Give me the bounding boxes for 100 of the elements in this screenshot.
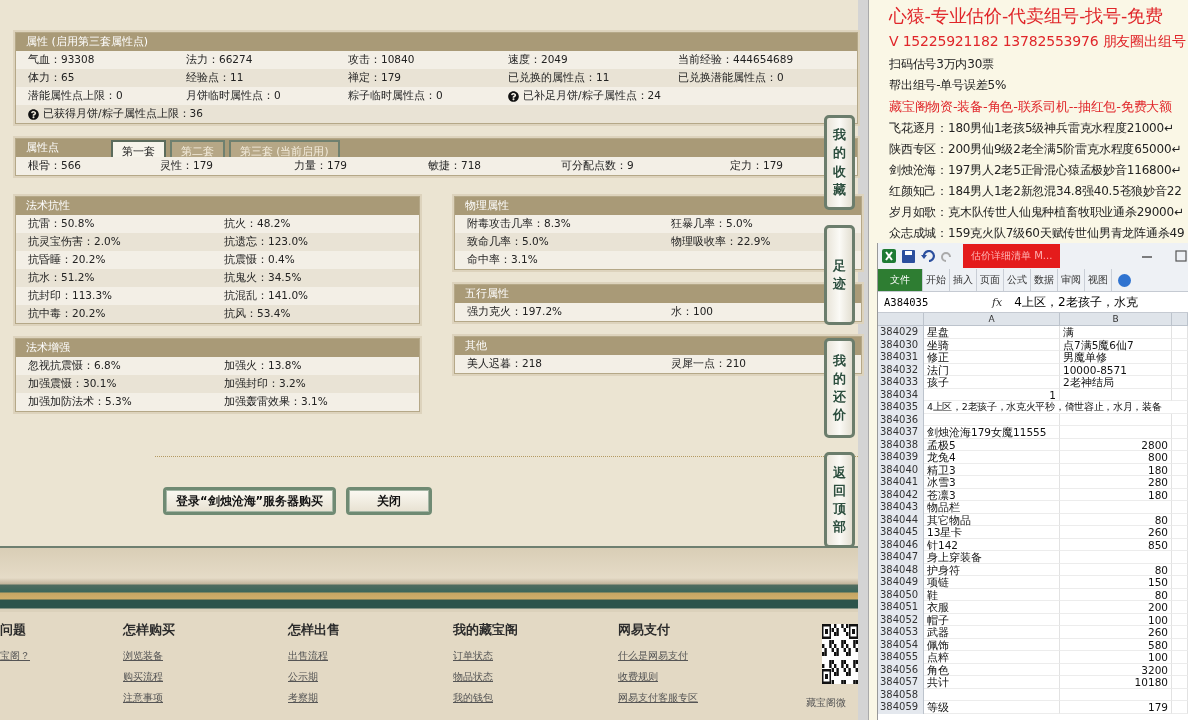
footer-link[interactable]: 考察期 bbox=[288, 691, 318, 705]
table-cell: 物品栏 bbox=[924, 501, 1060, 514]
side-button[interactable]: 返回顶部 bbox=[824, 452, 855, 548]
footer-link[interactable]: 公示期 bbox=[288, 670, 318, 684]
empty-cell bbox=[1172, 463, 1188, 476]
maximize-icon[interactable] bbox=[1174, 249, 1188, 263]
document-line: 陕西专区：200男仙9级2老全满5阶雷克水程度65000↵ bbox=[889, 141, 1183, 158]
ribbon-tab[interactable]: 开始 bbox=[923, 269, 950, 291]
section-title: 其他 bbox=[465, 338, 487, 354]
footer-link[interactable]: 物品状态 bbox=[453, 670, 493, 684]
empty-cell bbox=[1172, 613, 1188, 626]
footer-link[interactable]: 什么是网易支付 bbox=[618, 649, 688, 663]
table-cell: 100 bbox=[1060, 613, 1172, 626]
stat-text: 月饼临时属性点：0 bbox=[186, 89, 281, 103]
side-button[interactable]: 我的收藏 bbox=[824, 115, 855, 210]
stat-text: 经验点：11 bbox=[186, 71, 244, 85]
column-header[interactable]: A bbox=[924, 313, 1060, 326]
footer-link[interactable]: 收费规则 bbox=[618, 670, 658, 684]
undo-icon[interactable] bbox=[921, 250, 935, 262]
document-line: 红颜知己：184男人1老2新忽混34.8强40.5苍狼妙音22 bbox=[889, 183, 1183, 200]
footer-link[interactable]: 网易支付客服专区 bbox=[618, 691, 698, 705]
footer-link[interactable]: 浏览装备 bbox=[123, 649, 163, 663]
stat-text: 加强震慑：30.1% bbox=[28, 377, 117, 391]
row-number: 384037 bbox=[878, 426, 924, 439]
function-label[interactable]: fx bbox=[992, 295, 1003, 309]
ribbon-tab[interactable]: 审阅 bbox=[1058, 269, 1085, 291]
stat-text: 抗风：53.4% bbox=[224, 307, 291, 321]
table-cell: 150 bbox=[1060, 576, 1172, 589]
qr-caption: 藏宝阁微 bbox=[806, 696, 846, 710]
save-icon[interactable] bbox=[902, 249, 915, 263]
section-title: 法术抗性 bbox=[26, 198, 70, 214]
qr-code-icon bbox=[822, 624, 858, 684]
stat-text: 抗水：51.2% bbox=[28, 271, 95, 285]
buy-button[interactable]: 登录“剑烛沧海”服务器购买 bbox=[163, 487, 337, 515]
empty-cell bbox=[1172, 488, 1188, 501]
table-cell: 角色 bbox=[924, 663, 1060, 676]
stat-text: 禅定：179 bbox=[348, 71, 402, 85]
table-cell: 260 bbox=[1060, 526, 1172, 539]
ribbon-tab[interactable]: 公式 bbox=[1004, 269, 1031, 291]
stat-text: 抗封印：113.3% bbox=[28, 289, 113, 303]
empty-cell bbox=[1172, 513, 1188, 526]
table-cell: 2老神结局 bbox=[1060, 376, 1172, 389]
empty-cell bbox=[1172, 651, 1188, 664]
stat-text: 定力：179 bbox=[730, 159, 784, 173]
empty-cell bbox=[1172, 438, 1188, 451]
footer-link[interactable]: 购买流程 bbox=[123, 670, 163, 684]
table-cell: 坐骑 bbox=[924, 338, 1060, 351]
section-title: 法术增强 bbox=[26, 340, 70, 356]
name-box[interactable]: A384035 bbox=[884, 296, 964, 308]
set-tab[interactable]: 第一套 bbox=[111, 140, 166, 157]
table-cell: 260 bbox=[1060, 626, 1172, 639]
table-cell: 80 bbox=[1060, 588, 1172, 601]
footer-link[interactable]: 注意事项 bbox=[123, 691, 163, 705]
stat-text: 法力：66274 bbox=[186, 53, 253, 67]
side-button[interactable]: 足迹 bbox=[824, 225, 855, 325]
empty-cell bbox=[1172, 376, 1188, 389]
stat-text: 抗鬼火：34.5% bbox=[224, 271, 302, 285]
table-cell: 800 bbox=[1060, 451, 1172, 464]
row-number: 384053 bbox=[878, 626, 924, 639]
stat-text: 抗中毒：20.2% bbox=[28, 307, 106, 321]
empty-cell bbox=[1172, 426, 1188, 439]
column-header[interactable]: B bbox=[1060, 313, 1172, 326]
ribbon-tab[interactable]: 视图 bbox=[1085, 269, 1112, 291]
empty-cell bbox=[1172, 413, 1188, 426]
footer-link[interactable]: 宝阁？ bbox=[0, 649, 30, 663]
footer-link[interactable]: 出售流程 bbox=[288, 649, 328, 663]
footer-link[interactable]: 订单状态 bbox=[453, 649, 493, 663]
table-cell: 剑烛沧海179女魔11555 bbox=[924, 426, 1060, 439]
table-cell: 3200 bbox=[1060, 663, 1172, 676]
side-button[interactable]: 我的还价 bbox=[824, 338, 855, 438]
stat-text: 美人迟暮：218 bbox=[467, 357, 543, 371]
formula-field[interactable]: 4上区，2老孩子，水克 bbox=[1014, 293, 1138, 311]
row-number: 384031 bbox=[878, 351, 924, 364]
ribbon-tab[interactable]: 文件 bbox=[878, 269, 923, 291]
footer-link[interactable]: 我的钱包 bbox=[453, 691, 493, 705]
close-button[interactable]: 关闭 bbox=[346, 487, 433, 515]
empty-cell bbox=[1172, 701, 1188, 714]
ribbon-tab[interactable]: 插入 bbox=[950, 269, 977, 291]
table-cell: 星盘 bbox=[924, 326, 1060, 339]
stat-text: 当前经验：444654689 bbox=[678, 53, 794, 67]
table-cell: 200 bbox=[1060, 601, 1172, 614]
empty-cell bbox=[1172, 526, 1188, 539]
footer-heading: 网易支付 bbox=[618, 622, 671, 639]
table-cell: 10180 bbox=[1060, 676, 1172, 689]
table-cell: 针142 bbox=[924, 538, 1060, 551]
empty-cell bbox=[1172, 338, 1188, 351]
table-cell: 80 bbox=[1060, 563, 1172, 576]
row-number: 384057 bbox=[878, 676, 924, 689]
table-cell: 580 bbox=[1060, 638, 1172, 651]
panel-title: 属性点 bbox=[26, 140, 59, 156]
row-number: 384051 bbox=[878, 601, 924, 614]
table-cell: 850 bbox=[1060, 538, 1172, 551]
empty-cell bbox=[1172, 563, 1188, 576]
table-cell: 其它物品 bbox=[924, 513, 1060, 526]
ribbon-tab[interactable]: 页面 bbox=[977, 269, 1004, 291]
row-number: 384039 bbox=[878, 451, 924, 464]
empty-cell bbox=[1172, 588, 1188, 601]
stat-text: 敏捷：718 bbox=[428, 159, 482, 173]
ribbon-tab[interactable]: 数据 bbox=[1031, 269, 1058, 291]
stat-text: 潜能属性点上限：0 bbox=[28, 89, 123, 103]
